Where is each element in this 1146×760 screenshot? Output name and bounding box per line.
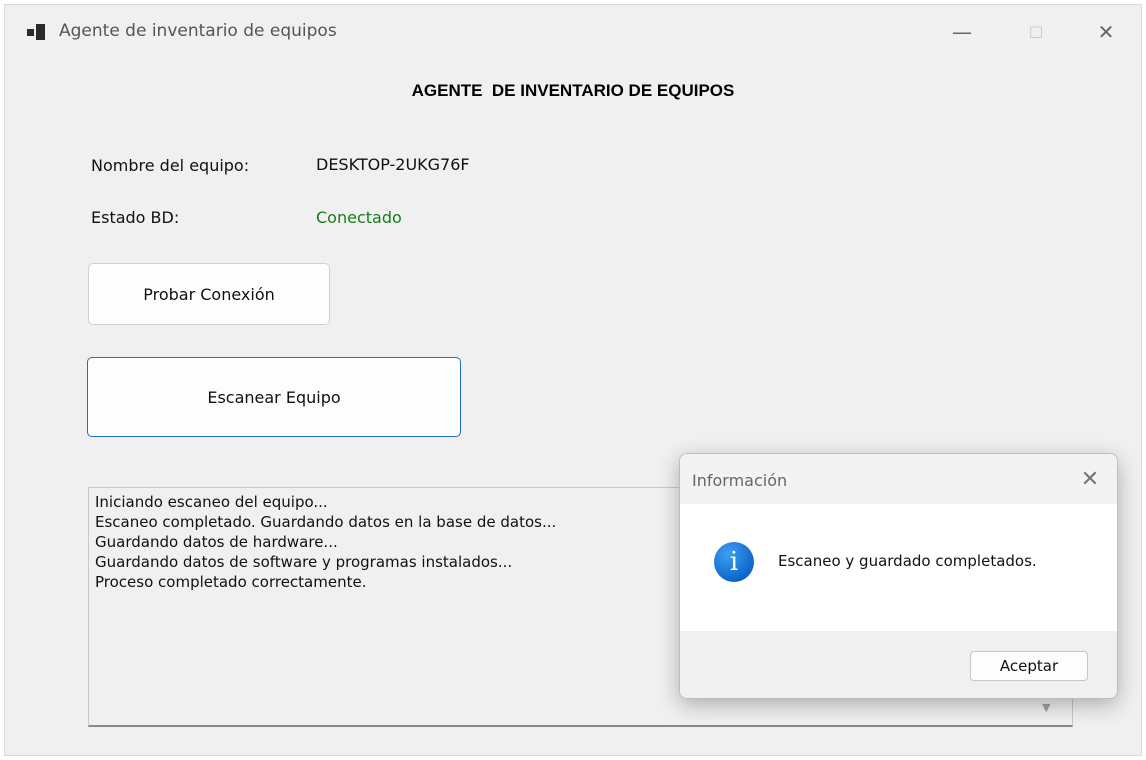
maximize-button[interactable]: ☐ <box>1013 15 1059 49</box>
db-status-label: Estado BD: <box>91 208 180 227</box>
db-status-value: Conectado <box>316 208 402 227</box>
dialog-close-icon[interactable]: ✕ <box>1075 464 1105 494</box>
app-icon <box>27 24 45 40</box>
dialog-title-bar[interactable]: Información ✕ <box>680 454 1117 504</box>
computer-name-label: Nombre del equipo: <box>91 156 250 175</box>
info-dialog: Información ✕ i Escaneo y guardado compl… <box>679 453 1118 699</box>
minimize-button[interactable]: — <box>939 15 985 49</box>
scan-button[interactable]: Escanear Equipo <box>87 357 461 437</box>
title-bar[interactable]: Agente de inventario de equipos — ☐ ✕ <box>5 5 1141 57</box>
scroll-down-arrow-icon[interactable]: ▼ <box>1042 701 1050 714</box>
dialog-message: Escaneo y guardado completados. <box>778 552 1037 570</box>
dialog-footer: Aceptar <box>680 631 1117 698</box>
ok-button[interactable]: Aceptar <box>970 651 1088 681</box>
page-title: AGENTE DE INVENTARIO DE EQUIPOS <box>411 81 735 100</box>
computer-name-value: DESKTOP-2UKG76F <box>316 155 470 174</box>
main-window: Agente de inventario de equipos — ☐ ✕ AG… <box>4 4 1142 756</box>
info-icon: i <box>714 542 754 582</box>
window-title: Agente de inventario de equipos <box>59 21 337 41</box>
test-connection-button[interactable]: Probar Conexión <box>88 263 330 325</box>
dialog-body: i Escaneo y guardado completados. <box>680 504 1117 631</box>
dialog-title: Información <box>692 471 788 490</box>
close-button[interactable]: ✕ <box>1083 15 1129 49</box>
